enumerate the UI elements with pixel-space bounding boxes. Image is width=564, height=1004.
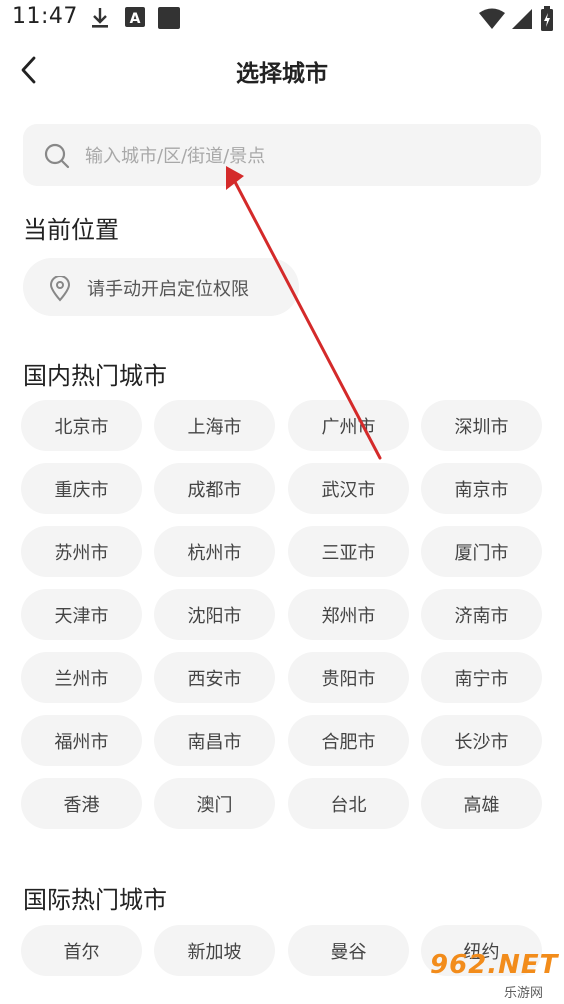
watermark-sub: 乐游网 [504, 986, 544, 1001]
city-chip[interactable]: 沈阳市 [154, 589, 275, 640]
header: 选择城市 [0, 40, 564, 100]
city-chip[interactable]: 苏州市 [21, 526, 142, 577]
enable-location-button[interactable]: 请手动开启定位权限 [23, 258, 299, 316]
city-chip[interactable]: 北京市 [21, 400, 142, 451]
city-chip[interactable]: 高雄 [421, 778, 542, 829]
svg-text:A: A [130, 11, 141, 27]
battery-icon [540, 6, 554, 36]
download-icon [90, 6, 110, 34]
city-chip[interactable]: 重庆市 [21, 463, 142, 514]
city-chip[interactable]: 郑州市 [288, 589, 409, 640]
city-chip[interactable]: 天津市 [21, 589, 142, 640]
location-pin-icon [49, 275, 71, 306]
city-chip[interactable]: 厦门市 [421, 526, 542, 577]
wifi-icon [478, 8, 506, 34]
enable-location-label: 请手动开启定位权限 [87, 279, 249, 300]
search-input[interactable] [83, 138, 527, 174]
city-chip[interactable]: 南宁市 [421, 652, 542, 703]
international-hot-title: 国际热门城市 [23, 886, 167, 914]
city-chip[interactable]: 武汉市 [288, 463, 409, 514]
current-location-title: 当前位置 [23, 216, 119, 244]
city-chip[interactable]: 成都市 [154, 463, 275, 514]
city-chip[interactable]: 济南市 [421, 589, 542, 640]
city-chip[interactable]: 台北 [288, 778, 409, 829]
domestic-hot-title: 国内热门城市 [23, 362, 167, 390]
city-chip[interactable]: 兰州市 [21, 652, 142, 703]
city-chip[interactable]: 西安市 [154, 652, 275, 703]
city-chip[interactable]: 首尔 [21, 925, 142, 976]
notification-square-icon [158, 7, 180, 29]
city-chip[interactable]: 长沙市 [421, 715, 542, 766]
city-chip[interactable]: 合肥市 [288, 715, 409, 766]
city-chip[interactable]: 福州市 [21, 715, 142, 766]
watermark-brand: 962.NET [430, 950, 559, 980]
page-title: 选择城市 [236, 61, 328, 87]
city-chip[interactable]: 广州市 [288, 400, 409, 451]
watermark: 962.NET 乐游网 [424, 946, 564, 1004]
city-chip[interactable]: 上海市 [154, 400, 275, 451]
city-chip[interactable]: 南京市 [421, 463, 542, 514]
city-chip[interactable]: 三亚市 [288, 526, 409, 577]
status-bar: 11:47 A [0, 0, 564, 36]
city-chip[interactable]: 香港 [21, 778, 142, 829]
signal-icon [510, 8, 534, 34]
a-icon: A [124, 6, 146, 32]
city-chip[interactable]: 曼谷 [288, 925, 409, 976]
search-icon [43, 142, 71, 174]
city-chip[interactable]: 贵阳市 [288, 652, 409, 703]
status-time: 11:47 [12, 4, 78, 29]
city-chip[interactable]: 杭州市 [154, 526, 275, 577]
city-chip[interactable]: 新加坡 [154, 925, 275, 976]
city-chip[interactable]: 深圳市 [421, 400, 542, 451]
city-chip[interactable]: 南昌市 [154, 715, 275, 766]
city-chip[interactable]: 澳门 [154, 778, 275, 829]
search-box[interactable] [23, 124, 541, 186]
